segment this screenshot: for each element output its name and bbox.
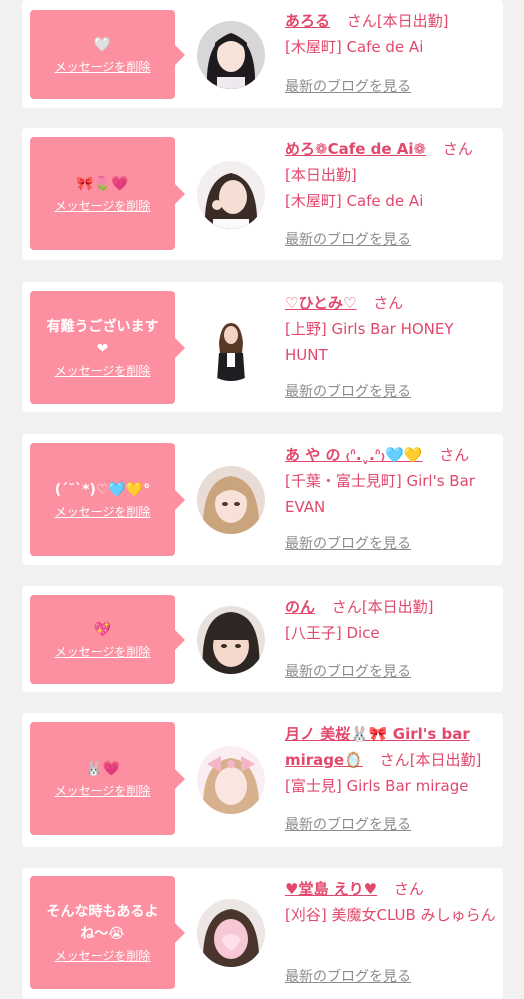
honorific: さん <box>439 446 470 464</box>
shop-text: [刈谷] 美魔女CLUB みしゅらん <box>285 906 496 924</box>
delete-message-link[interactable]: メッセージを削除 <box>55 362 151 380</box>
cast-name-link[interactable]: あろる <box>285 12 330 30</box>
message-text: 🤍 <box>93 36 112 53</box>
cast-info: あ や の ₍ᐢ.ˬ.ᐢ₎🩵💛 さん [千葉・富士見町] Girl's Bar … <box>285 442 497 520</box>
message-bubble: (ˊ˘ˋ*)♡🩵💛° メッセージを削除 <box>30 443 185 556</box>
cast-info: のん さん[本日出勤] [八王子] Dice <box>285 594 497 646</box>
honorific: さん <box>379 751 410 769</box>
delete-message-link[interactable]: メッセージを削除 <box>55 58 151 76</box>
status-text: [本日出勤] <box>376 12 449 30</box>
status-text: [本日出勤] <box>409 751 482 769</box>
message-bubble: 💖 メッセージを削除 <box>30 595 185 684</box>
delete-message-link[interactable]: メッセージを削除 <box>55 503 151 521</box>
message-bubble: 有難うございます ❤ メッセージを削除 <box>30 291 185 404</box>
latest-blog-link[interactable]: 最新のブログを見る <box>285 535 411 553</box>
message-card: (ˊ˘ˋ*)♡🩵💛° メッセージを削除 あ や の ₍ᐢ.ˬ.ᐢ₎🩵💛 さん [… <box>22 434 503 565</box>
message-text: 有難うございます ❤ <box>46 318 159 357</box>
shop-text: [木屋町] Cafe de Ai <box>285 192 424 210</box>
message-card: 🤍 メッセージを削除 あろる さん[本日出勤] [木屋町] Cafe de Ai… <box>22 0 503 108</box>
cast-name-link[interactable]: めろ❁Cafe de Ai❁ <box>285 140 426 158</box>
message-card: 💖 メッセージを削除 のん さん[本日出勤] [八王子] Dice 最新のブログ… <box>22 586 503 692</box>
honorific: さん <box>373 294 404 312</box>
cast-name-link[interactable]: ♥堂島 えり♥ <box>285 880 377 898</box>
avatar[interactable] <box>197 466 265 534</box>
status-text: [本日出勤] <box>285 166 357 184</box>
delete-message-link[interactable]: メッセージを削除 <box>55 197 151 215</box>
cast-name-link[interactable]: のん <box>285 598 315 616</box>
message-bubble: 🐰💗 メッセージを削除 <box>30 722 185 835</box>
message-bubble: 🎀🌷💗 メッセージを削除 <box>30 137 185 250</box>
message-text: 🎀🌷💗 <box>76 175 129 192</box>
delete-message-link[interactable]: メッセージを削除 <box>55 643 151 661</box>
avatar[interactable] <box>197 746 265 814</box>
avatar[interactable] <box>197 161 265 229</box>
avatar[interactable] <box>197 899 265 967</box>
honorific: さん <box>393 880 424 898</box>
cast-info: ♡ひとみ♡ さん [上野] Girls Bar HONEY HUNT <box>285 290 497 368</box>
avatar[interactable] <box>197 313 265 381</box>
message-card: そんな時もあるよね〜😭 メッセージを削除 ♥堂島 えり♥ さん [刈谷] 美魔女… <box>22 868 503 999</box>
cast-info: めろ❁Cafe de Ai❁ さん [本日出勤] [木屋町] Cafe de A… <box>285 136 497 214</box>
shop-text: [木屋町] Cafe de Ai <box>285 38 424 56</box>
latest-blog-link[interactable]: 最新のブログを見る <box>285 663 411 681</box>
honorific: さん <box>442 140 473 158</box>
shop-text: [上野] Girls Bar HONEY HUNT <box>285 320 454 364</box>
cast-name-link[interactable]: あ や の ₍ᐢ.ˬ.ᐢ₎🩵💛 <box>285 446 422 464</box>
latest-blog-link[interactable]: 最新のブログを見る <box>285 816 411 834</box>
avatar[interactable] <box>197 21 265 89</box>
cast-info: ♥堂島 えり♥ さん [刈谷] 美魔女CLUB みしゅらん <box>285 876 497 928</box>
status-text: [本日出勤] <box>361 598 434 616</box>
message-text: (ˊ˘ˋ*)♡🩵💛° <box>54 481 151 498</box>
cast-info: あろる さん[本日出勤] [木屋町] Cafe de Ai <box>285 8 497 60</box>
message-card: 🐰💗 メッセージを削除 月ノ 美桜🐰🎀 Girl's bar mirage🪞 さ… <box>22 713 503 847</box>
shop-text: [千葉・富士見町] Girl's Bar EVAN <box>285 472 475 516</box>
delete-message-link[interactable]: メッセージを削除 <box>55 782 151 800</box>
message-card: 有難うございます ❤ メッセージを削除 ♡ひとみ♡ さん [上野] Girls … <box>22 282 503 412</box>
latest-blog-link[interactable]: 最新のブログを見る <box>285 968 411 986</box>
message-text: そんな時もあるよね〜😭 <box>46 903 159 942</box>
message-list: 🤍 メッセージを削除 あろる さん[本日出勤] [木屋町] Cafe de Ai… <box>0 0 524 999</box>
honorific: さん <box>346 12 377 30</box>
cast-name-link[interactable]: ♡ひとみ♡ <box>285 294 356 312</box>
honorific: さん <box>331 598 362 616</box>
message-card: 🎀🌷💗 メッセージを削除 めろ❁Cafe de Ai❁ さん [本日出勤] [木… <box>22 128 503 260</box>
latest-blog-link[interactable]: 最新のブログを見る <box>285 231 411 249</box>
delete-message-link[interactable]: メッセージを削除 <box>55 947 151 965</box>
avatar[interactable] <box>197 606 265 674</box>
cast-info: 月ノ 美桜🐰🎀 Girl's bar mirage🪞 さん[本日出勤] [富士見… <box>285 721 497 799</box>
message-bubble: 🤍 メッセージを削除 <box>30 10 185 99</box>
message-text: 💖 <box>93 621 112 638</box>
message-bubble: そんな時もあるよね〜😭 メッセージを削除 <box>30 876 185 989</box>
latest-blog-link[interactable]: 最新のブログを見る <box>285 383 411 401</box>
message-text: 🐰💗 <box>85 760 120 777</box>
shop-text: [富士見] Girls Bar mirage <box>285 777 469 795</box>
shop-text: [八王子] Dice <box>285 624 380 642</box>
latest-blog-link[interactable]: 最新のブログを見る <box>285 78 411 96</box>
